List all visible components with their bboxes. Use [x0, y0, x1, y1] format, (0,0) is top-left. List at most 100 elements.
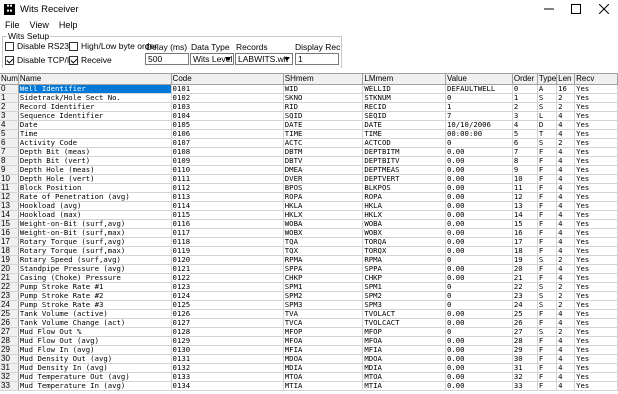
cell-order[interactable]: 8 — [512, 156, 538, 166]
cell-lmmem[interactable]: SEQID — [362, 111, 446, 121]
cell-value[interactable]: 0 — [445, 282, 513, 292]
cell-len[interactable]: 4 — [556, 192, 576, 202]
cell-shmem[interactable]: SPM1 — [283, 282, 364, 292]
cell-len[interactable]: 2 — [556, 282, 576, 292]
cell-len[interactable]: 4 — [556, 129, 576, 139]
cell-shmem[interactable]: WOBA — [283, 219, 364, 229]
cell-order[interactable]: 21 — [512, 273, 538, 283]
table-row[interactable]: 13 Hookload (avg) 0114 HKLA HKLA 0.00 13 F 4 Yes — [0, 201, 618, 211]
cell-code[interactable]: 0112 — [171, 183, 284, 193]
cell-recv[interactable]: Yes — [574, 237, 618, 247]
cell-type[interactable]: S — [537, 300, 558, 310]
cell-value[interactable]: 0 — [445, 93, 513, 103]
col-header-num[interactable]: Num — [0, 74, 19, 85]
cell-code[interactable]: 0128 — [171, 327, 284, 337]
cell-lmmem[interactable]: RECID — [362, 102, 446, 112]
cell-code[interactable]: 0130 — [171, 345, 284, 355]
cell-num[interactable]: 25 — [0, 309, 19, 319]
cell-lmmem[interactable]: TVOLCACT — [362, 318, 446, 328]
cell-recv[interactable]: Yes — [574, 300, 618, 310]
cell-num[interactable]: 8 — [0, 156, 19, 166]
cell-code[interactable]: 0101 — [171, 84, 284, 94]
close-button[interactable] — [590, 0, 618, 18]
cell-len[interactable]: 4 — [556, 210, 576, 220]
table-row[interactable]: 24 Pump Stroke Rate #3 0125 SPM3 SPM3 0 24 S 2 Ye… — [0, 300, 618, 310]
cell-value[interactable]: 00:00:00 — [445, 129, 513, 139]
cell-recv[interactable]: Yes — [574, 210, 618, 220]
cell-lmmem[interactable]: CHKP — [362, 273, 446, 283]
cell-num[interactable]: 31 — [0, 363, 19, 373]
cell-lmmem[interactable]: MFOP — [362, 327, 446, 337]
cell-recv[interactable]: Yes — [574, 228, 618, 238]
table-row[interactable]: 15 Weight-on-Bit (surf,avg) 0116 WOBA WOBA 0.… — [0, 219, 618, 229]
cell-num[interactable]: 2 — [0, 102, 19, 112]
cell-name[interactable]: Tank Volume (active) — [18, 309, 172, 319]
table-row[interactable]: 12 Rate of Penetration (avg) 0113 ROPA ROPA 0… — [0, 192, 618, 202]
cell-value[interactable]: 7 — [445, 111, 513, 121]
cell-shmem[interactable]: HKLX — [283, 210, 364, 220]
cell-recv[interactable]: Yes — [574, 156, 618, 166]
cell-shmem[interactable]: ROPA — [283, 192, 364, 202]
cell-lmmem[interactable]: MTIA — [362, 381, 446, 391]
cell-order[interactable]: 31 — [512, 363, 538, 373]
cell-lmmem[interactable]: SPM3 — [362, 300, 446, 310]
cell-order[interactable]: 33 — [512, 381, 538, 391]
table-row[interactable]: 21 Casing (Choke) Pressure 0122 CHKP CHKP 0.0… — [0, 273, 618, 283]
cell-code[interactable]: 0117 — [171, 228, 284, 238]
cell-type[interactable]: F — [537, 345, 558, 355]
col-header-recv[interactable]: Recv — [574, 74, 618, 85]
col-header-order[interactable]: Order — [512, 74, 538, 85]
cell-recv[interactable]: Yes — [574, 345, 618, 355]
cell-recv[interactable]: Yes — [574, 93, 618, 103]
table-row[interactable]: 5 Time 0106 TIME TIME 00:00:00 5 T 4 Yes — [0, 129, 618, 139]
cell-lmmem[interactable]: MDIA — [362, 363, 446, 373]
cell-lmmem[interactable]: DEPTMEAS — [362, 165, 446, 175]
cell-lmmem[interactable]: DATE — [362, 120, 446, 130]
cell-type[interactable]: F — [537, 264, 558, 274]
cell-value[interactable]: 10/10/2006 — [445, 120, 513, 130]
cell-recv[interactable]: Yes — [574, 120, 618, 130]
cell-lmmem[interactable]: SPM2 — [362, 291, 446, 301]
cell-recv[interactable]: Yes — [574, 336, 618, 346]
cell-order[interactable]: 26 — [512, 318, 538, 328]
cell-len[interactable]: 4 — [556, 363, 576, 373]
table-row[interactable]: 32 Mud Temperature Out (avg) 0133 MTOA MTOA 0… — [0, 372, 618, 382]
cell-value[interactable]: 0.00 — [445, 156, 513, 166]
cell-shmem[interactable]: WOBX — [283, 228, 364, 238]
cell-shmem[interactable]: SQID — [283, 111, 364, 121]
cell-code[interactable]: 0102 — [171, 93, 284, 103]
cell-code[interactable]: 0110 — [171, 165, 284, 175]
cell-shmem[interactable]: CHKP — [283, 273, 364, 283]
table-row[interactable]: 7 Depth Bit (meas) 0108 DBTM DEPTBITM 0.00 7 F 4… — [0, 147, 618, 157]
cell-type[interactable]: F — [537, 147, 558, 157]
cell-code[interactable]: 0108 — [171, 147, 284, 157]
table-row[interactable]: 33 Mud Temperature In (avg) 0134 MTIA MTIA 0.… — [0, 381, 618, 391]
cell-lmmem[interactable]: HKLA — [362, 201, 446, 211]
table-row[interactable]: 27 Mud Flow Out % 0128 MFOP MFOP 0 27 S 2 Yes — [0, 327, 618, 337]
cell-order[interactable]: 5 — [512, 129, 538, 139]
cell-len[interactable]: 4 — [556, 372, 576, 382]
cell-shmem[interactable]: RID — [283, 102, 364, 112]
cell-recv[interactable]: Yes — [574, 111, 618, 121]
cell-type[interactable]: A — [537, 84, 558, 94]
cell-len[interactable]: 4 — [556, 228, 576, 238]
cell-value[interactable]: 0 — [445, 138, 513, 148]
cell-num[interactable]: 21 — [0, 273, 19, 283]
table-row[interactable]: 25 Tank Volume (active) 0126 TVA TVOLACT 0.00… — [0, 309, 618, 319]
cell-type[interactable]: F — [537, 174, 558, 184]
cell-shmem[interactable]: MFIA — [283, 345, 364, 355]
cell-code[interactable]: 0124 — [171, 291, 284, 301]
cell-code[interactable]: 0107 — [171, 138, 284, 148]
high-low-checkbox[interactable]: High/Low byte order — [69, 41, 157, 51]
table-row[interactable]: 26 Tank Volume Change (act) 0127 TVCA TVOLCA… — [0, 318, 618, 328]
cell-num[interactable]: 30 — [0, 354, 19, 364]
cell-recv[interactable]: Yes — [574, 102, 618, 112]
receive-checkbox[interactable]: Receive — [69, 55, 112, 65]
table-row[interactable]: 0 Well Identifier 0101 WID WELLID DEFAULTWELL… — [0, 84, 618, 94]
cell-order[interactable]: 12 — [512, 192, 538, 202]
cell-num[interactable]: 0 — [0, 84, 19, 94]
cell-shmem[interactable]: TIME — [283, 129, 364, 139]
cell-len[interactable]: 4 — [556, 336, 576, 346]
cell-order[interactable]: 30 — [512, 354, 538, 364]
cell-recv[interactable]: Yes — [574, 192, 618, 202]
